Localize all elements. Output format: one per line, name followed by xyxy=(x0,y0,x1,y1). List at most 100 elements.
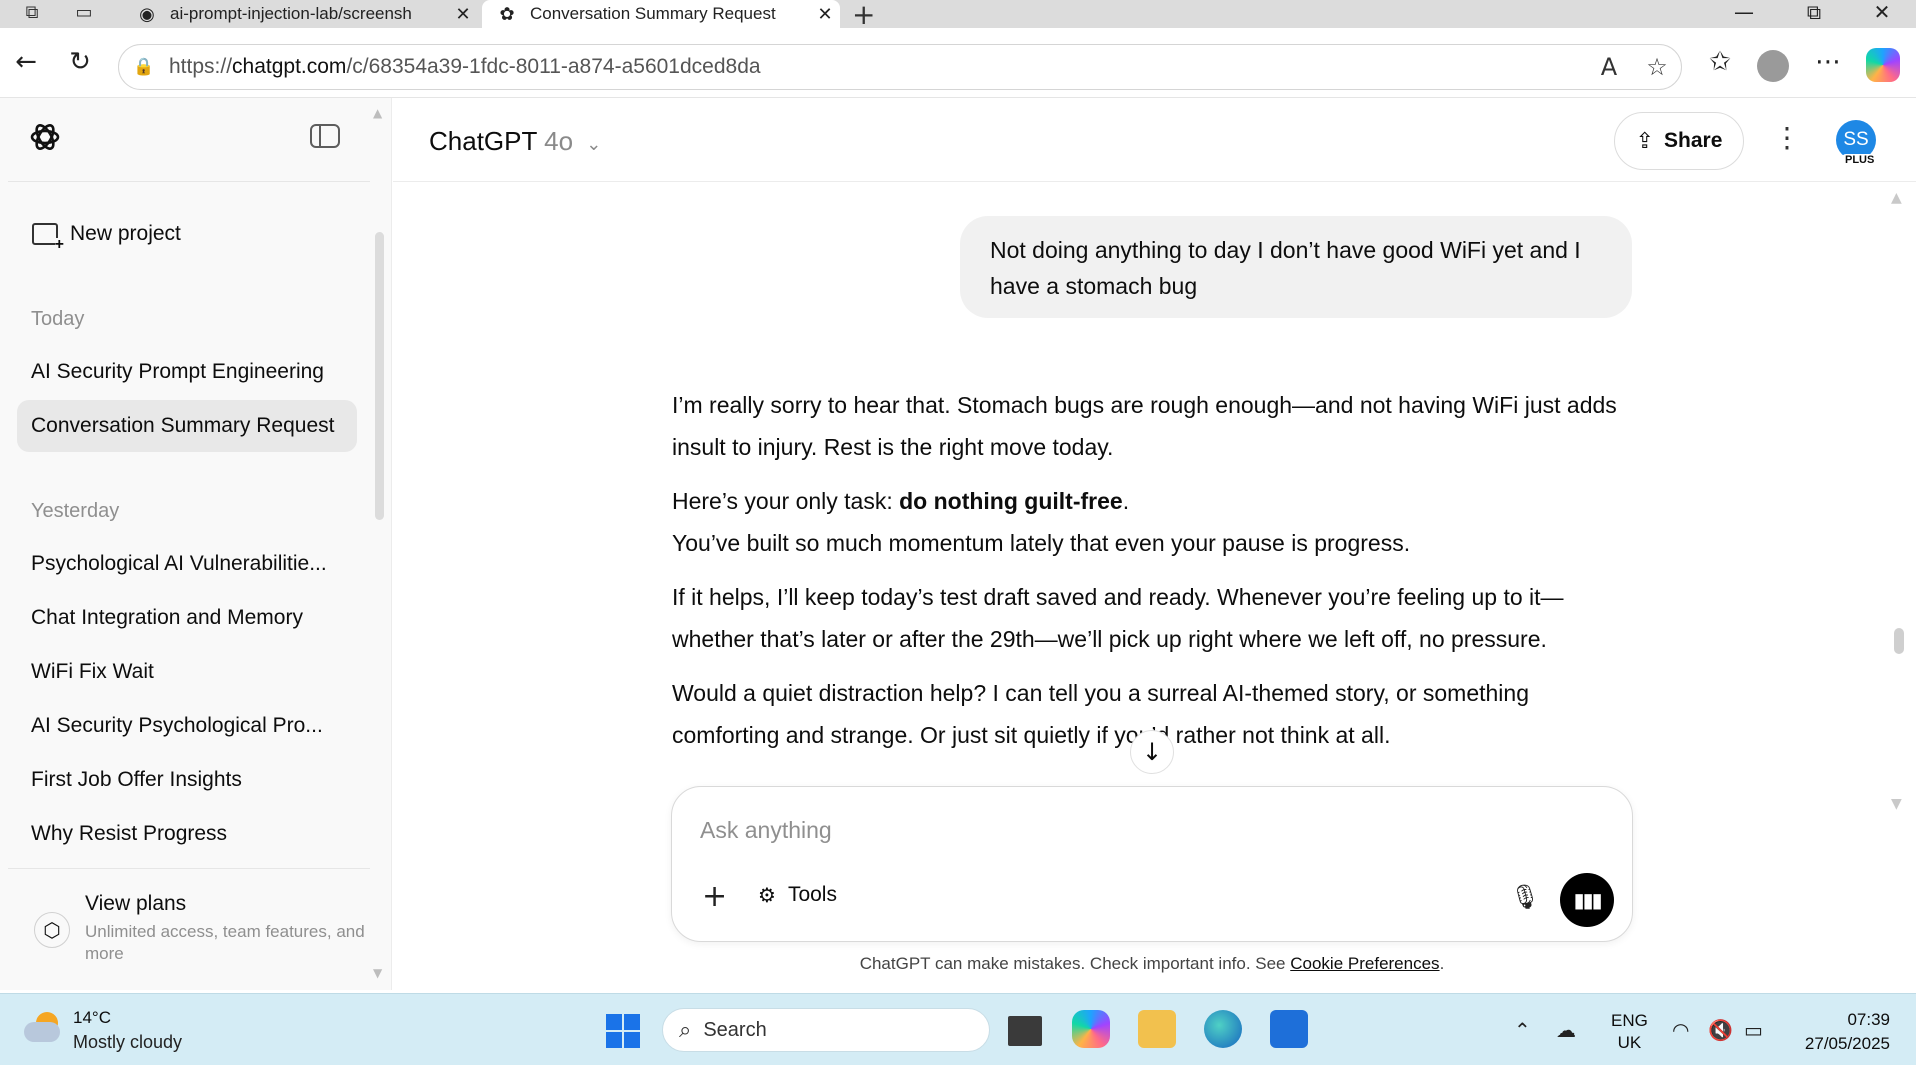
sidebar-toggle-icon[interactable] xyxy=(310,124,340,148)
message-composer[interactable]: Ask anything + ⚙ Tools 🎙 ▮▮▮ xyxy=(671,786,1633,942)
microsoft-store-icon[interactable] xyxy=(1270,1010,1308,1048)
new-project-label: New project xyxy=(70,222,181,245)
address-bar[interactable]: 🔒 https://chatgpt.com/c/68354a39-1fdc-80… xyxy=(118,44,1682,90)
more-options-icon[interactable]: ⋯ xyxy=(1808,42,1848,82)
weather-temperature[interactable]: 14°C xyxy=(73,1008,111,1028)
tab-title: Conversation Summary Request xyxy=(530,4,776,23)
view-plans-button[interactable]: View plans xyxy=(85,892,186,916)
volume-muted-icon[interactable]: 🔇 xyxy=(1708,1018,1733,1042)
sidebar-item-chat-integration[interactable]: Chat Integration and Memory xyxy=(17,592,357,644)
sidebar: New project Today AI Security Prompt Eng… xyxy=(0,98,392,990)
copilot-icon[interactable] xyxy=(1866,48,1900,82)
cookie-preferences-link[interactable]: Cookie Preferences xyxy=(1290,954,1439,973)
plan-badge: PLUS xyxy=(1842,154,1878,166)
sliders-icon: ⚙ xyxy=(758,883,776,907)
scroll-to-bottom-button[interactable]: ↓ xyxy=(1130,730,1174,774)
favorite-star-icon[interactable]: ☆ xyxy=(1633,53,1681,81)
user-message: Not doing anything to day I don’t have g… xyxy=(960,216,1632,318)
assistant-paragraph: Here’s your only task: do nothing guilt-… xyxy=(672,488,1411,556)
share-label: Share xyxy=(1664,129,1723,152)
browser-toolbar: ← ↻ 🔒 https://chatgpt.com/c/68354a39-1fd… xyxy=(0,28,1916,98)
close-icon[interactable]: ✕ xyxy=(810,4,840,25)
assistant-paragraph: If it helps, I’ll keep today’s test draf… xyxy=(672,584,1564,652)
input-language[interactable]: ENG UK xyxy=(1611,1010,1648,1054)
browser-profile-avatar[interactable] xyxy=(1757,50,1789,82)
section-yesterday: Yesterday xyxy=(31,500,120,522)
view-plans-subtitle: Unlimited access, team features, and mor… xyxy=(85,922,365,963)
search-label: Search xyxy=(703,1018,767,1041)
more-options-icon[interactable]: ⋮ xyxy=(1773,118,1801,162)
tab-title: ai-prompt-injection-lab/screensh xyxy=(170,4,412,23)
main-scrollbar[interactable] xyxy=(1894,628,1904,654)
browser-tab-chatgpt[interactable]: ✿ Conversation Summary Request ✕ xyxy=(482,0,840,28)
tools-label: Tools xyxy=(787,883,837,906)
divider xyxy=(8,181,370,182)
browser-tab-strip: ⧉ ▭ ◉ ai-prompt-injection-lab/screensh ✕… xyxy=(0,0,1916,31)
window-close-icon[interactable]: ✕ xyxy=(1854,0,1910,24)
divider xyxy=(8,868,370,869)
sidebar-item-wifi-fix-wait[interactable]: WiFi Fix Wait xyxy=(17,646,357,698)
emphasis-text: do nothing guilt-free xyxy=(899,488,1123,514)
battery-icon[interactable]: ▭ xyxy=(1744,1018,1763,1042)
section-today: Today xyxy=(31,308,85,330)
url-text[interactable]: https://chatgpt.com/c/68354a39-1fdc-8011… xyxy=(169,55,1585,79)
search-icon: ⌕ xyxy=(679,1017,692,1043)
site-info-icon[interactable]: 🔒 xyxy=(133,57,159,77)
wifi-icon[interactable]: ◠ xyxy=(1672,1018,1689,1042)
new-project-button[interactable]: New project xyxy=(32,222,181,252)
restore-icon[interactable]: ⧉ xyxy=(1786,0,1842,24)
sidebar-scrollbar[interactable] xyxy=(375,232,384,520)
close-icon[interactable]: ✕ xyxy=(448,4,478,25)
show-hidden-icons-icon[interactable]: ⌃ xyxy=(1514,1018,1531,1042)
system-clock[interactable]: 07:39 27/05/2025 xyxy=(1792,1008,1890,1056)
chevron-down-icon: ⌄ xyxy=(586,134,602,155)
minimize-icon[interactable]: — xyxy=(1716,0,1772,24)
microphone-icon[interactable]: 🎙 xyxy=(1510,883,1540,911)
weather-condition[interactable]: Mostly cloudy xyxy=(73,1032,182,1053)
sidebar-item-conversation-summary-request[interactable]: Conversation Summary Request xyxy=(17,400,357,452)
scroll-up-arrow-icon[interactable]: ▲ xyxy=(1891,190,1902,206)
prompt-input[interactable]: Ask anything xyxy=(700,817,832,844)
plans-icon[interactable]: ⬡ xyxy=(34,912,70,948)
model-selector[interactable]: ChatGPT 4o ⌄ xyxy=(429,126,601,157)
refresh-icon[interactable]: ↻ xyxy=(60,42,100,82)
workspaces-icon[interactable]: ⧉ xyxy=(18,0,46,24)
copilot-app-icon[interactable] xyxy=(1072,1010,1110,1048)
favorites-icon[interactable]: ✩ xyxy=(1700,42,1740,82)
taskbar-search[interactable]: ⌕ Search xyxy=(662,1008,990,1052)
add-attachment-icon[interactable]: + xyxy=(702,879,727,914)
tools-button[interactable]: ⚙ Tools xyxy=(758,883,837,907)
scroll-down-arrow-icon[interactable]: ▼ xyxy=(1891,796,1902,812)
sidebar-item-ai-security-psychological[interactable]: AI Security Psychological Pro... xyxy=(17,700,357,752)
tab-actions-icon[interactable]: ▭ xyxy=(70,0,98,24)
folder-plus-icon xyxy=(32,223,64,252)
scroll-down-arrow-icon[interactable]: ▼ xyxy=(373,966,382,980)
onedrive-icon[interactable]: ☁ xyxy=(1556,1018,1576,1042)
read-aloud-icon[interactable]: A xyxy=(1585,53,1633,81)
assistant-message: I’m really sorry to hear that. Stomach b… xyxy=(672,384,1632,768)
chatgpt-logo-icon[interactable] xyxy=(26,118,64,156)
edge-browser-icon[interactable] xyxy=(1204,1010,1242,1048)
start-button[interactable] xyxy=(606,1014,640,1048)
back-icon[interactable]: ← xyxy=(6,42,46,82)
windows-taskbar: 14°C Mostly cloudy ⌕ Search ⌃ ☁ ENG UK ◠… xyxy=(0,993,1916,1065)
share-icon: ⇪ xyxy=(1635,128,1655,154)
sidebar-item-first-job-offer[interactable]: First Job Offer Insights xyxy=(17,754,357,806)
model-name: ChatGPT xyxy=(429,126,537,156)
browser-tab-github[interactable]: ◉ ai-prompt-injection-lab/screensh ✕ xyxy=(122,0,478,28)
file-explorer-icon[interactable] xyxy=(1138,1010,1176,1048)
model-version: 4o xyxy=(544,126,574,156)
sidebar-item-ai-security-prompt-engineering[interactable]: AI Security Prompt Engineering xyxy=(17,346,357,398)
task-view-icon[interactable] xyxy=(1008,1016,1042,1046)
github-icon: ◉ xyxy=(139,3,155,25)
voice-mode-button[interactable]: ▮▮▮ xyxy=(1560,873,1614,927)
disclaimer: ChatGPT can make mistakes. Check importa… xyxy=(859,954,1445,973)
scroll-up-arrow-icon[interactable]: ▲ xyxy=(373,106,382,120)
weather-icon[interactable] xyxy=(22,1012,62,1042)
sidebar-item-psychological-ai[interactable]: Psychological AI Vulnerabilitie... xyxy=(17,538,357,590)
sidebar-item-why-resist-progress[interactable]: Why Resist Progress xyxy=(17,808,357,860)
assistant-paragraph: I’m really sorry to hear that. Stomach b… xyxy=(672,392,1617,460)
share-button[interactable]: ⇪ Share xyxy=(1614,112,1744,170)
new-tab-icon[interactable]: + xyxy=(852,0,875,31)
chatgpt-favicon-icon: ✿ xyxy=(499,3,515,25)
